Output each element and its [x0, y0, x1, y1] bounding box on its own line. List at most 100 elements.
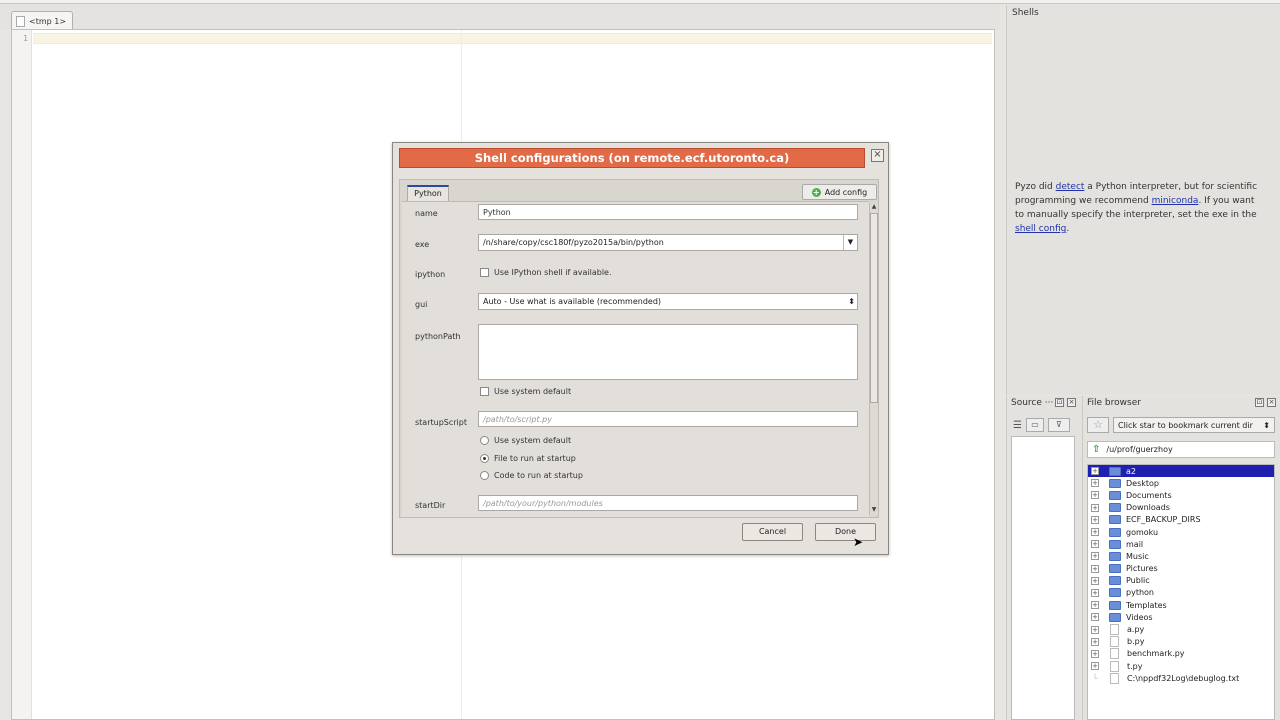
- tree-item-label: a2: [1126, 466, 1136, 476]
- comment-icon[interactable]: ▭: [1025, 418, 1044, 432]
- tree-file-item[interactable]: + benchmark.py: [1088, 648, 1274, 660]
- tree-item-label: benchmark.py: [1127, 649, 1185, 659]
- done-button[interactable]: Done: [815, 523, 876, 541]
- close-icon[interactable]: ×: [1267, 398, 1276, 407]
- startup-script-input[interactable]: /path/to/script.py: [478, 411, 858, 427]
- folder-icon: [1109, 539, 1121, 549]
- radio-label: File to run at startup: [494, 454, 576, 463]
- tree-folder-item[interactable]: + Videos: [1088, 611, 1274, 623]
- scrollbar-thumb[interactable]: [870, 213, 878, 403]
- exe-combobox[interactable]: /n/share/copy/csc180f/pyzo2015a/bin/pyth…: [478, 234, 858, 251]
- pythonpath-textarea[interactable]: [478, 324, 858, 380]
- tree-folder-item[interactable]: + a2: [1088, 465, 1274, 478]
- checkbox-box[interactable]: [480, 387, 489, 396]
- file-browser-controls: ⊡ ×: [1255, 398, 1276, 407]
- scroll-down-icon[interactable]: ▼: [870, 506, 878, 515]
- expand-icon[interactable]: +: [1091, 479, 1099, 488]
- expand-icon[interactable]: +: [1091, 588, 1099, 597]
- expand-icon[interactable]: +: [1091, 637, 1099, 646]
- tree-folder-item[interactable]: + Desktop: [1088, 477, 1274, 489]
- close-icon[interactable]: ×: [1067, 398, 1076, 407]
- dialog-scrollbar[interactable]: ▲ ▼: [869, 203, 878, 515]
- expand-icon[interactable]: +: [1091, 613, 1099, 622]
- expand-icon[interactable]: +: [1091, 528, 1099, 537]
- expand-icon[interactable]: +: [1091, 625, 1099, 634]
- file-icon: [16, 15, 25, 27]
- expand-icon[interactable]: +: [1091, 601, 1099, 610]
- tree-folder-item[interactable]: + gomoku: [1088, 526, 1274, 538]
- radio-button[interactable]: [480, 471, 489, 480]
- tree-file-item[interactable]: + b.py: [1088, 636, 1274, 648]
- up-arrow-icon[interactable]: ⇧: [1092, 444, 1100, 455]
- filter-icon[interactable]: ⊽: [1047, 418, 1070, 432]
- expand-icon[interactable]: +: [1091, 552, 1099, 561]
- editor-tab-label: <tmp 1>: [29, 16, 67, 26]
- detect-link[interactable]: detect: [1056, 182, 1085, 192]
- tree-folder-item[interactable]: + mail: [1088, 538, 1274, 550]
- tree-item-label: Templates: [1126, 600, 1167, 610]
- star-icon[interactable]: ☆: [1087, 417, 1109, 433]
- tree-file-item[interactable]: + t.py: [1088, 660, 1274, 672]
- tree-item-label: Videos: [1126, 612, 1153, 622]
- expand-icon[interactable]: +: [1091, 540, 1099, 549]
- shell-config-link[interactable]: shell config: [1015, 224, 1066, 234]
- file-icon: [1110, 648, 1119, 660]
- startup-radio-file[interactable]: File to run at startup: [480, 454, 576, 463]
- tree-folder-item[interactable]: + Documents: [1088, 489, 1274, 501]
- checkbox-box[interactable]: [480, 268, 489, 277]
- expand-icon[interactable]: +: [1091, 515, 1099, 524]
- expand-icon[interactable]: +: [1091, 564, 1099, 573]
- tree-item-label: Public: [1126, 576, 1150, 586]
- pythonpath-default-checkbox[interactable]: Use system default: [480, 387, 571, 396]
- startup-radio-system-default[interactable]: Use system default: [480, 436, 571, 445]
- file-icon: [1110, 672, 1119, 684]
- tree-file-item[interactable]: └ C:\nppdf32Log\debuglog.txt: [1088, 672, 1274, 684]
- startup-radio-code[interactable]: Code to run at startup: [480, 471, 583, 480]
- cancel-button[interactable]: Cancel: [742, 523, 803, 541]
- shells-info-message: Pyzo did detect a Python interpreter, bu…: [1015, 180, 1260, 236]
- folder-icon: [1109, 466, 1121, 476]
- scroll-up-icon[interactable]: ▲: [870, 203, 878, 212]
- radio-button[interactable]: [480, 436, 489, 445]
- tree-folder-item[interactable]: + python: [1088, 587, 1274, 599]
- radio-label: Use system default: [494, 436, 572, 445]
- expand-icon[interactable]: +: [1091, 503, 1099, 512]
- bookmark-dropdown[interactable]: Click star to bookmark current dir ⬍: [1113, 417, 1275, 433]
- chevron-down-icon[interactable]: ▼: [843, 235, 857, 250]
- tab-python[interactable]: Python: [407, 185, 449, 201]
- folder-icon: [1109, 600, 1121, 610]
- tree-item-label: b.py: [1127, 637, 1145, 647]
- tree-folder-item[interactable]: + Downloads: [1088, 502, 1274, 514]
- expand-icon[interactable]: +: [1091, 491, 1099, 500]
- undock-icon[interactable]: ⊡: [1055, 398, 1064, 407]
- source-panel-title: Source ···: [1011, 398, 1054, 408]
- config-form: name Python exe /n/share/copy/csc180f/py…: [402, 201, 869, 517]
- radio-button[interactable]: [480, 454, 489, 463]
- startdir-label: startDir: [415, 501, 446, 510]
- tree-file-item[interactable]: + a.py: [1088, 623, 1274, 636]
- miniconda-link[interactable]: miniconda: [1152, 196, 1199, 206]
- tree-folder-item[interactable]: + ECF_BACKUP_DIRS: [1088, 514, 1274, 526]
- name-input[interactable]: Python: [478, 204, 858, 220]
- tree-folder-item[interactable]: + Public: [1088, 575, 1274, 587]
- editor-tab-tmp1[interactable]: <tmp 1>: [11, 11, 74, 30]
- close-icon[interactable]: ×: [871, 149, 884, 162]
- tree-folder-item[interactable]: + Templates: [1088, 599, 1274, 611]
- gui-select[interactable]: Auto - Use what is available (recommende…: [478, 293, 858, 310]
- undock-icon[interactable]: ⊡: [1255, 398, 1264, 407]
- tree-folder-item[interactable]: + Music: [1088, 550, 1274, 562]
- tree-item-label: Documents: [1126, 490, 1172, 500]
- ipython-checkbox[interactable]: Use IPython shell if available.: [480, 268, 612, 277]
- add-config-button[interactable]: + Add config: [802, 184, 877, 200]
- tree-item-label: a.py: [1127, 625, 1145, 635]
- expand-icon[interactable]: +: [1091, 467, 1099, 476]
- expand-icon[interactable]: +: [1091, 649, 1099, 658]
- expand-icon[interactable]: +: [1091, 576, 1099, 585]
- tree-folder-item[interactable]: + Pictures: [1088, 563, 1274, 575]
- tree-branch-icon: └: [1092, 673, 1098, 683]
- list-icon[interactable]: ☰: [1013, 420, 1022, 431]
- startdir-input[interactable]: /path/to/your/python/modules: [478, 495, 858, 511]
- path-input[interactable]: ⇧ /u/prof/guerzhoy: [1087, 441, 1275, 458]
- source-tree[interactable]: [1011, 436, 1075, 720]
- expand-icon[interactable]: +: [1091, 662, 1099, 671]
